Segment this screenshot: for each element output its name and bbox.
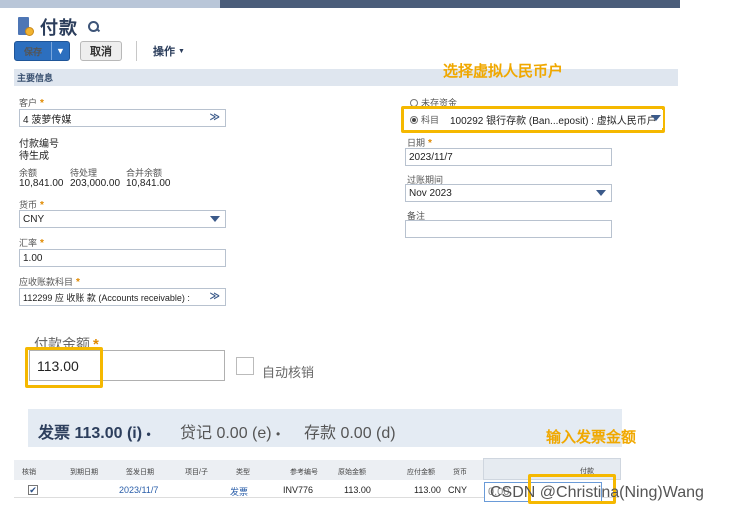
cell-orig-amount: 113.00 [344,485,371,495]
date-value: 2023/11/7 [409,151,453,163]
dropdown-arrow-icon [210,216,220,222]
customer-label-row: 客户 * [19,96,44,109]
watermark-text: CSDN @Christina(Ning)Wang [490,484,704,501]
ar-account-label: 应收账款科目 [19,277,74,287]
page-title: 付款 [40,18,78,38]
auto-apply-checkbox[interactable] [236,357,254,375]
account-select[interactable]: 100292 银行存款 (Ban...eposit) : 虚拟人民币户 [447,110,663,128]
auto-apply-label: 自动核销 [262,365,315,380]
payment-no-value: 待生成 [19,151,49,162]
tab-invoices-label: 发票 113.00 (i) [38,425,143,442]
exchange-rate-value: 1.00 [23,252,43,264]
cell-currency: CNY [448,485,468,495]
ar-account-label-row: 应收账款科目 * [19,275,80,288]
consolidated-value: 10,841.00 [126,178,171,189]
tab-deposits[interactable]: 存款 0.00 (d) [304,419,396,443]
col-type: 类型 [236,469,250,476]
required-marker: * [40,238,44,249]
toolbar: 保存 ▼ 取消 操作 ▼ [14,41,185,61]
memo-input[interactable] [405,220,612,238]
double-chevron-down-icon: ≫ [207,291,220,302]
exchange-rate-label-row: 汇率 * [19,236,44,249]
dropdown-arrow-icon [651,115,661,121]
actions-menu-label: 操作 [153,46,176,58]
col-currency: 货币 [453,469,467,476]
tab-credits-label: 贷记 0.00 (e) [180,425,272,442]
cell-issue-date[interactable]: 2023/11/7 [119,485,158,495]
toolbar-divider [136,41,138,61]
col-due-amount: 应付金额 [407,469,435,476]
tab-deposits-label: 存款 0.00 (d) [304,425,396,442]
currency-label: 货币 [19,200,38,210]
required-marker: * [40,98,44,109]
col-orig-amount: 原始金额 [338,469,366,476]
posting-period-value: Nov 2023 [409,187,452,199]
dropdown-arrow-icon [596,190,606,196]
date-input[interactable]: 2023/11/7 [405,148,612,166]
cell-ref-no: INV776 [283,485,314,495]
annotation-enter-amount: 输入发票金额 [546,429,637,446]
annotation-select-account: 选择虚拟人民币户 [443,63,564,80]
cell-due-amount: 113.00 [414,485,441,495]
date-label: 日期 [407,138,426,148]
col-due-date: 到期日期 [70,469,98,476]
exchange-rate-input[interactable]: 1.00 [19,249,226,267]
ar-account-value: 112299 应 收账 款 (Accounts receivable) : [23,292,190,303]
double-chevron-down-icon: ≫ [209,112,220,123]
actions-menu[interactable]: 操作 ▼ [153,43,185,59]
currency-select[interactable]: CNY [19,210,226,228]
currency-value: CNY [23,213,45,225]
cancel-button[interactable]: 取消 [80,41,123,61]
save-button[interactable]: 保存 ▼ [14,41,71,61]
payment-doc-icon [17,17,34,37]
save-button-label: 保存 [24,46,43,57]
page-header: 付款 [17,14,100,40]
chevron-down-icon: ▼ [178,47,185,55]
exchange-rate-label: 汇率 [19,238,38,248]
account-radio[interactable] [410,116,418,125]
account-value: 100292 银行存款 (Ban...eposit) : 虚拟人民币户 [450,115,657,127]
save-dropdown-chevron-icon[interactable]: ▼ [51,42,69,60]
customer-label: 客户 [19,98,38,108]
top-nav-bar-highlight [0,0,220,8]
cell-type[interactable]: 发票 [230,485,248,498]
account-label: 科目 [421,115,440,125]
balance-value: 10,841.00 [19,178,64,189]
customer-select[interactable]: 4 菠萝传媒 ≫ [19,109,226,127]
col-ref-no: 参考编号 [290,469,318,476]
highlight-amount [25,347,103,388]
customer-value: 4 菠萝传媒 [23,114,72,126]
col-issue-date: 签发日期 [126,469,154,476]
apply-checkbox[interactable]: ✔ [28,485,38,495]
section-header-main[interactable]: 主要信息 [14,69,678,86]
required-marker: * [76,277,80,288]
col-project: 项目/子 [185,469,208,476]
ar-account-select[interactable]: 112299 应 收账 款 (Accounts receivable) : ≫ [19,288,226,306]
tab-invoices[interactable]: 发票 113.00 (i) • [38,419,151,443]
pending-value: 203,000.00 [70,178,121,189]
col-apply: 核销 [22,469,36,476]
account-radio-option[interactable]: 科目 [410,113,439,126]
posting-period-select[interactable]: Nov 2023 [405,184,612,202]
search-icon[interactable] [88,21,100,33]
tab-credits[interactable]: 贷记 0.00 (e) • [180,419,280,443]
